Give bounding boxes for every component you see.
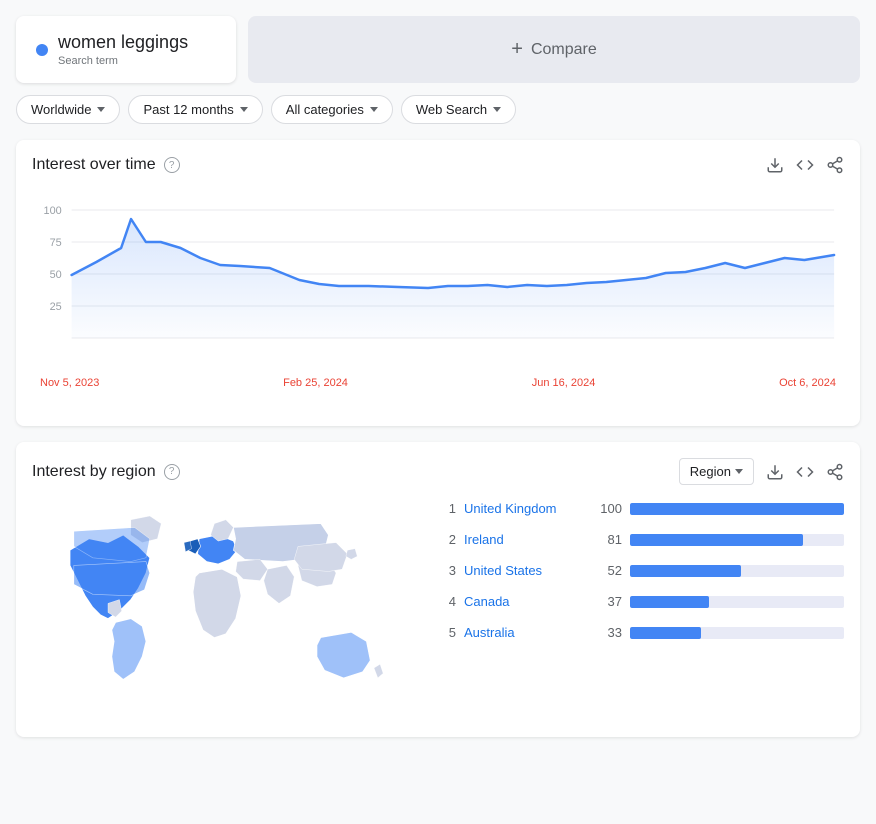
x-label-1: Nov 5, 2023 xyxy=(40,377,99,389)
chart-container: 100 75 50 25 Nov 5, 2023 Feb 25, 2024 Ju… xyxy=(32,190,844,410)
x-label-2: Feb 25, 2024 xyxy=(283,377,348,389)
search-header: women leggings Search term + Compare xyxy=(16,16,860,83)
region-bar-fill-5 xyxy=(630,627,701,639)
list-item: 1 United Kingdom 100 xyxy=(436,501,844,516)
region-score-4: 37 xyxy=(592,594,622,609)
filter-category-label: All categories xyxy=(286,102,364,117)
x-axis-labels: Nov 5, 2023 Feb 25, 2024 Jun 16, 2024 Oc… xyxy=(32,377,844,389)
compare-card[interactable]: + Compare xyxy=(248,16,860,83)
search-term-text: women leggings Search term xyxy=(58,32,188,67)
interest-by-region-card: Interest by region ? Region xyxy=(16,442,860,737)
x-label-4: Oct 6, 2024 xyxy=(779,377,836,389)
region-bar-fill-4 xyxy=(630,596,709,608)
interest-by-region-title: Interest by region xyxy=(32,463,156,481)
world-map-svg xyxy=(32,501,412,721)
filter-location[interactable]: Worldwide xyxy=(16,95,120,124)
chevron-down-icon xyxy=(370,107,378,112)
region-rank-2: 2 xyxy=(436,532,456,547)
region-chevron-icon xyxy=(735,469,743,474)
filter-type-label: Web Search xyxy=(416,102,487,117)
list-item: 5 Australia 33 xyxy=(436,625,844,640)
region-bar-4 xyxy=(630,596,844,608)
region-download-icon[interactable] xyxy=(766,463,784,481)
region-rank-3: 3 xyxy=(436,563,456,578)
interest-over-time-card: Interest over time ? xyxy=(16,140,860,426)
region-bar-5 xyxy=(630,627,844,639)
list-item: 4 Canada 37 xyxy=(436,594,844,609)
region-bar-fill-3 xyxy=(630,565,741,577)
download-icon[interactable] xyxy=(766,156,784,174)
filter-category[interactable]: All categories xyxy=(271,95,393,124)
list-item: 3 United States 52 xyxy=(436,563,844,578)
share-icon[interactable] xyxy=(826,156,844,174)
region-embed-icon[interactable] xyxy=(796,463,814,481)
interest-over-time-header: Interest over time ? xyxy=(32,156,844,174)
world-map-container xyxy=(32,501,412,721)
region-share-icon[interactable] xyxy=(826,463,844,481)
filter-search-type[interactable]: Web Search xyxy=(401,95,516,124)
region-bar-2 xyxy=(630,534,844,546)
toolbar-icons xyxy=(766,156,844,174)
region-filter-button[interactable]: Region xyxy=(679,458,754,485)
region-bar-fill-1 xyxy=(630,503,844,515)
region-bar-3 xyxy=(630,565,844,577)
filter-time-label: Past 12 months xyxy=(143,102,233,117)
region-rank-5: 5 xyxy=(436,625,456,640)
embed-icon[interactable] xyxy=(796,156,814,174)
region-name-4[interactable]: Canada xyxy=(464,594,584,609)
chevron-down-icon xyxy=(97,107,105,112)
filter-time[interactable]: Past 12 months xyxy=(128,95,262,124)
trend-chart: 100 75 50 25 xyxy=(32,190,844,370)
region-score-5: 33 xyxy=(592,625,622,640)
region-filter-label: Region xyxy=(690,464,731,479)
interest-by-region-title-group: Interest by region ? xyxy=(32,463,180,481)
region-list: 1 United Kingdom 100 2 Ireland 81 3 Unit… xyxy=(436,501,844,656)
region-name-1[interactable]: United Kingdom xyxy=(464,501,584,516)
search-term-dot xyxy=(36,44,48,56)
region-help-icon[interactable]: ? xyxy=(164,464,180,480)
region-name-3[interactable]: United States xyxy=(464,563,584,578)
interest-by-region-header: Interest by region ? Region xyxy=(32,458,844,485)
svg-text:25: 25 xyxy=(50,301,62,313)
chevron-down-icon xyxy=(240,107,248,112)
svg-text:75: 75 xyxy=(50,237,62,249)
chevron-down-icon xyxy=(493,107,501,112)
region-bar-1 xyxy=(630,503,844,515)
region-rank-1: 1 xyxy=(436,501,456,516)
region-name-5[interactable]: Australia xyxy=(464,625,584,640)
region-score-3: 52 xyxy=(592,563,622,578)
region-bar-fill-2 xyxy=(630,534,803,546)
search-term-subtitle: Search term xyxy=(58,55,188,67)
filter-location-label: Worldwide xyxy=(31,102,91,117)
help-icon[interactable]: ? xyxy=(164,157,180,173)
list-item: 2 Ireland 81 xyxy=(436,532,844,547)
region-name-2[interactable]: Ireland xyxy=(464,532,584,547)
region-score-1: 100 xyxy=(592,501,622,516)
region-score-2: 81 xyxy=(592,532,622,547)
svg-text:100: 100 xyxy=(44,205,62,217)
compare-plus-icon: + xyxy=(511,38,523,61)
interest-over-time-title: Interest over time xyxy=(32,156,156,174)
x-label-3: Jun 16, 2024 xyxy=(532,377,596,389)
region-content: 1 United Kingdom 100 2 Ireland 81 3 Unit… xyxy=(32,501,844,721)
svg-text:50: 50 xyxy=(50,269,62,281)
filter-bar: Worldwide Past 12 months All categories … xyxy=(16,95,860,124)
search-term-card: women leggings Search term xyxy=(16,16,236,83)
region-toolbar-icons: Region xyxy=(679,458,844,485)
interest-over-time-title-group: Interest over time ? xyxy=(32,156,180,174)
region-rank-4: 4 xyxy=(436,594,456,609)
compare-label: Compare xyxy=(531,41,597,59)
search-term-title: women leggings xyxy=(58,32,188,53)
